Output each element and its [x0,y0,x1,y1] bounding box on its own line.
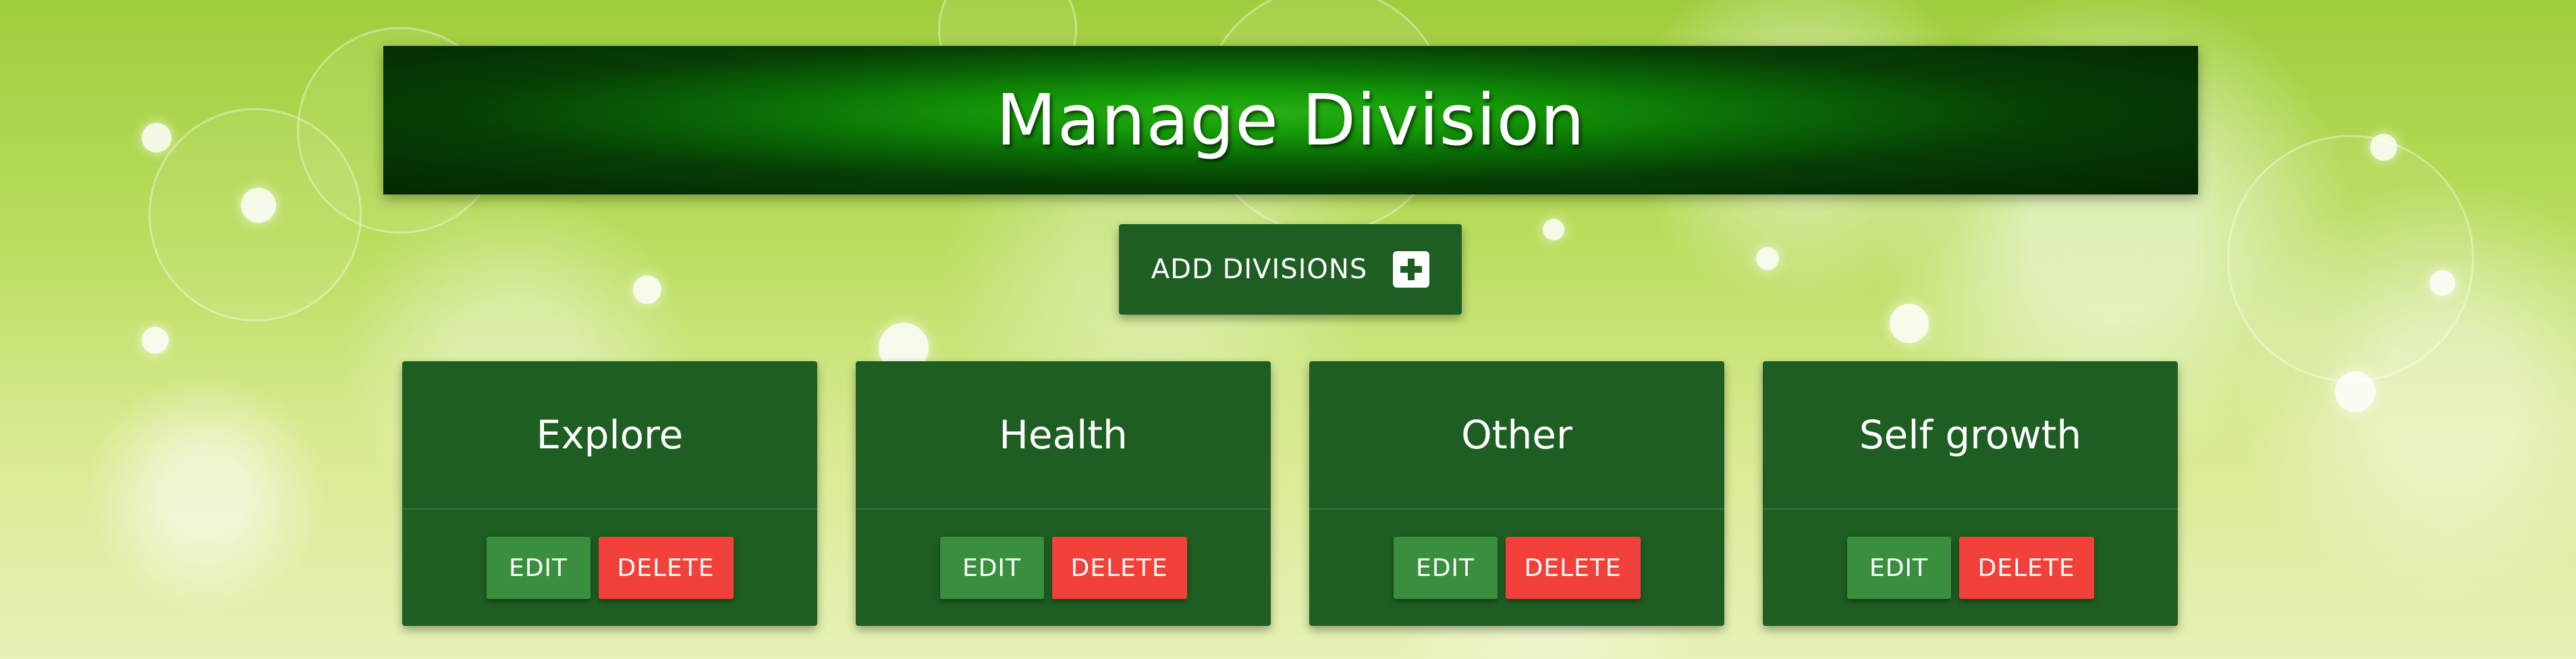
division-card: Other EDIT DELETE [1309,361,1724,626]
bokeh-decoration [2430,270,2455,296]
edit-button[interactable]: EDIT [939,537,1044,599]
delete-button[interactable]: DELETE [1958,537,2094,599]
division-card: Explore EDIT DELETE [402,361,817,626]
division-name: Self growth [1763,361,2178,510]
bokeh-decoration [2335,371,2376,412]
add-divisions-label: ADD DIVISIONS [1151,254,1368,285]
bokeh-decoration [1890,304,1929,343]
edit-button[interactable]: EDIT [1846,537,1951,599]
bokeh-decoration [142,123,171,153]
bokeh-decoration [1543,219,1564,240]
bokeh-decoration [2370,134,2397,161]
add-divisions-button[interactable]: ADD DIVISIONS [1119,224,1462,315]
bokeh-decoration [241,188,276,223]
division-name: Health [856,361,1271,510]
division-card: Health EDIT DELETE [856,361,1271,626]
page-title: Manage Division [995,79,1586,161]
delete-button[interactable]: DELETE [598,537,734,599]
division-actions: EDIT DELETE [402,510,817,626]
division-actions: EDIT DELETE [856,510,1271,626]
division-card: Self growth EDIT DELETE [1763,361,2178,626]
edit-button[interactable]: EDIT [1393,537,1498,599]
bokeh-decoration [2227,135,2474,382]
bokeh-decoration [148,108,362,321]
bokeh-decoration [1756,247,1779,270]
bokeh-decoration [142,327,169,354]
page-header: Manage Division [383,46,2198,194]
division-card-list: Explore EDIT DELETE Health EDIT DELETE O… [402,361,2178,626]
edit-button[interactable]: EDIT [486,537,591,599]
division-actions: EDIT DELETE [1309,510,1724,626]
delete-button[interactable]: DELETE [1051,537,1187,599]
division-actions: EDIT DELETE [1763,510,2178,626]
division-name: Explore [402,361,817,510]
division-name: Other [1309,361,1724,510]
delete-button[interactable]: DELETE [1505,537,1641,599]
plus-square-icon [1393,251,1430,288]
bokeh-decoration [633,275,661,304]
